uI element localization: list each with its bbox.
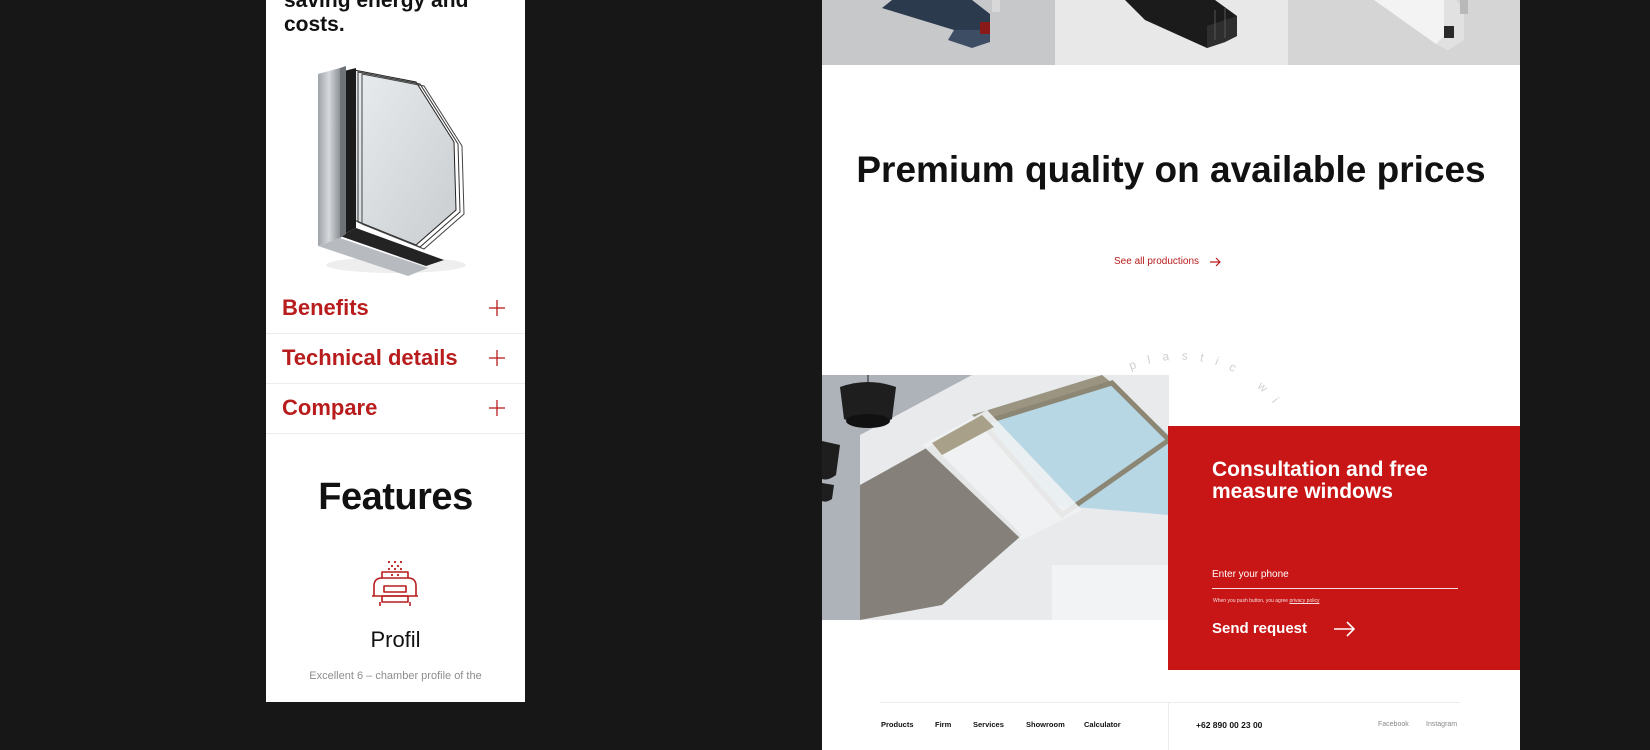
footer-vertical-divider <box>1168 702 1169 750</box>
plus-icon[interactable] <box>487 348 507 368</box>
product-thumbnails <box>822 0 1520 65</box>
consultation-form: Consultation and free measure windows Wh… <box>1168 426 1520 670</box>
footer-nav-products[interactable]: Products <box>881 720 914 729</box>
footer-nav-firm[interactable]: Firm <box>935 720 951 729</box>
send-request-label: Send request <box>1212 620 1308 637</box>
footer-nav-calculator[interactable]: Calculator <box>1084 720 1121 729</box>
plus-icon[interactable] <box>487 398 507 418</box>
footer-nav-services[interactable]: Services <box>973 720 1004 729</box>
consultation-title: Consultation and free measure windows <box>1212 458 1428 503</box>
accordion-benefits-label: Benefits <box>282 295 369 320</box>
privacy-policy-link[interactable]: privacy policy <box>1289 598 1319 604</box>
desktop-page-preview: Premium quality on available prices See … <box>822 0 1520 750</box>
privacy-note: When you push button, you agree privacy … <box>1213 598 1319 604</box>
product-thumbnail[interactable] <box>1288 0 1520 65</box>
profile-feature-icon <box>372 560 418 606</box>
feature-title: Profil <box>370 627 421 652</box>
skylight-interior-photo <box>822 375 1169 620</box>
see-all-productions-link[interactable]: See all productions <box>1114 256 1221 267</box>
arrow-right-icon <box>1334 620 1356 637</box>
page-title: Premium quality on available prices <box>856 149 1486 190</box>
mobile-headline: saving energy and costs. <box>284 0 469 36</box>
footer: Products Firm Services Showroom Calculat… <box>822 702 1520 750</box>
accordion-technical-details[interactable]: Technical details <box>266 334 525 384</box>
privacy-note-text: When you push button, you agree <box>1213 598 1289 604</box>
see-all-productions-label: See all productions <box>1114 256 1200 267</box>
feature-description: Excellent 6 – chamber profile of the <box>309 670 482 682</box>
features-heading: Features <box>318 476 473 518</box>
accordion-compare-label: Compare <box>282 395 378 420</box>
footer-divider <box>880 702 1460 703</box>
accordion-compare[interactable]: Compare <box>266 384 525 434</box>
footer-nav-showroom[interactable]: Showroom <box>1026 720 1065 729</box>
phone-input[interactable] <box>1212 567 1458 589</box>
arrow-right-icon <box>1210 257 1221 266</box>
footer-social-instagram[interactable]: Instagram <box>1426 721 1457 728</box>
accordion-technical-details-label: Technical details <box>282 345 458 370</box>
plus-icon[interactable] <box>487 298 507 318</box>
accordion-benefits[interactable]: Benefits <box>266 284 525 334</box>
product-thumbnail[interactable] <box>822 0 1055 65</box>
footer-social-facebook[interactable]: Facebook <box>1378 721 1409 728</box>
footer-phone[interactable]: +62 890 00 23 00 <box>1196 720 1262 730</box>
window-profile-image <box>318 66 466 276</box>
product-thumbnail[interactable] <box>1055 0 1288 65</box>
mobile-page-preview: saving energy and costs. Benefits Techni… <box>266 0 525 702</box>
send-request-button[interactable]: Send request <box>1212 620 1356 637</box>
